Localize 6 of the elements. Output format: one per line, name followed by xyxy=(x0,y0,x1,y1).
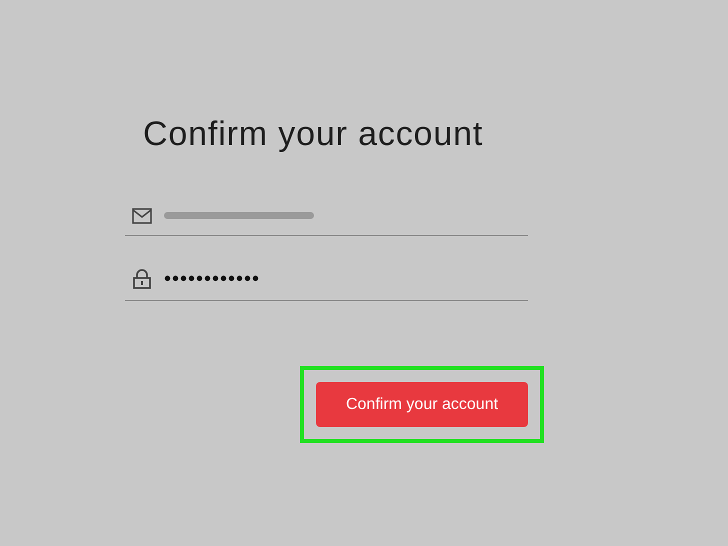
mail-icon xyxy=(132,208,152,224)
page-title: Confirm your account xyxy=(143,114,484,155)
confirm-button[interactable]: Confirm your account xyxy=(316,382,528,427)
password-field[interactable]: •••••••••••• xyxy=(125,257,528,301)
lock-icon xyxy=(132,268,152,288)
password-value: •••••••••••• xyxy=(164,266,260,292)
